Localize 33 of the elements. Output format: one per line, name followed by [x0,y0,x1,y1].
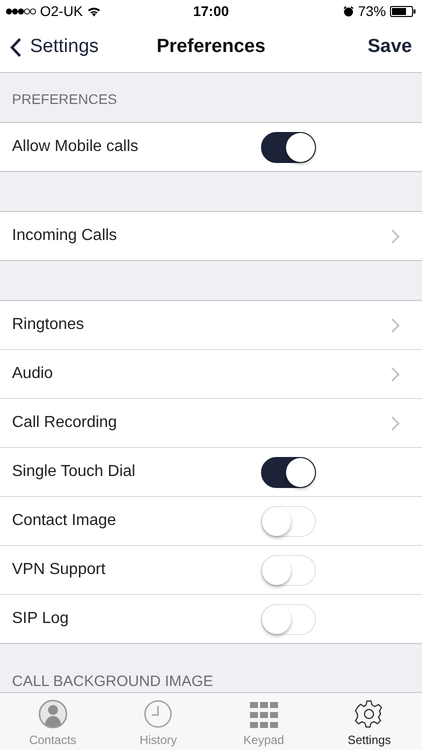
row-label: Call Recording [12,414,117,432]
section-header: CALL BACKGROUND IMAGE [12,673,214,690]
toggle-switch[interactable] [261,132,316,162]
chevron-left-icon [10,36,22,58]
gear-icon [354,699,384,729]
chevron-right-icon[interactable] [391,416,400,430]
page-title: Preferences [156,36,266,58]
row-label: Ringtones [12,316,84,334]
back-button[interactable]: Settings [10,36,99,58]
clock-icon [143,699,174,729]
chevron-right-icon[interactable] [391,228,400,244]
row-label: SIP Log [12,610,69,628]
chevron-right-icon[interactable] [391,318,400,332]
tab-item[interactable]: Settings [316,693,422,750]
row-label: Allow Mobile calls [12,138,138,156]
keypad-icon [250,701,278,729]
row-label: Incoming Calls [12,227,117,245]
status-time: 17:00 [193,3,229,19]
alarm-icon [342,6,354,16]
section-header: PREFERENCES [12,91,118,107]
toggle-switch[interactable] [261,456,316,488]
signal-icon [6,8,36,14]
battery-percent: 73% [358,3,386,19]
row-label: VPN Support [12,561,106,579]
row-label: Single Touch Dial [12,463,136,481]
battery-icon [390,6,416,16]
row-label: Audio [12,365,53,383]
wifi-icon [86,6,101,16]
row-label: Contact Image [12,512,116,530]
save-button[interactable]: Save [368,36,412,58]
carrier-name: O2-UK [40,3,83,19]
chevron-right-icon[interactable] [391,366,400,382]
person-icon [38,699,68,729]
